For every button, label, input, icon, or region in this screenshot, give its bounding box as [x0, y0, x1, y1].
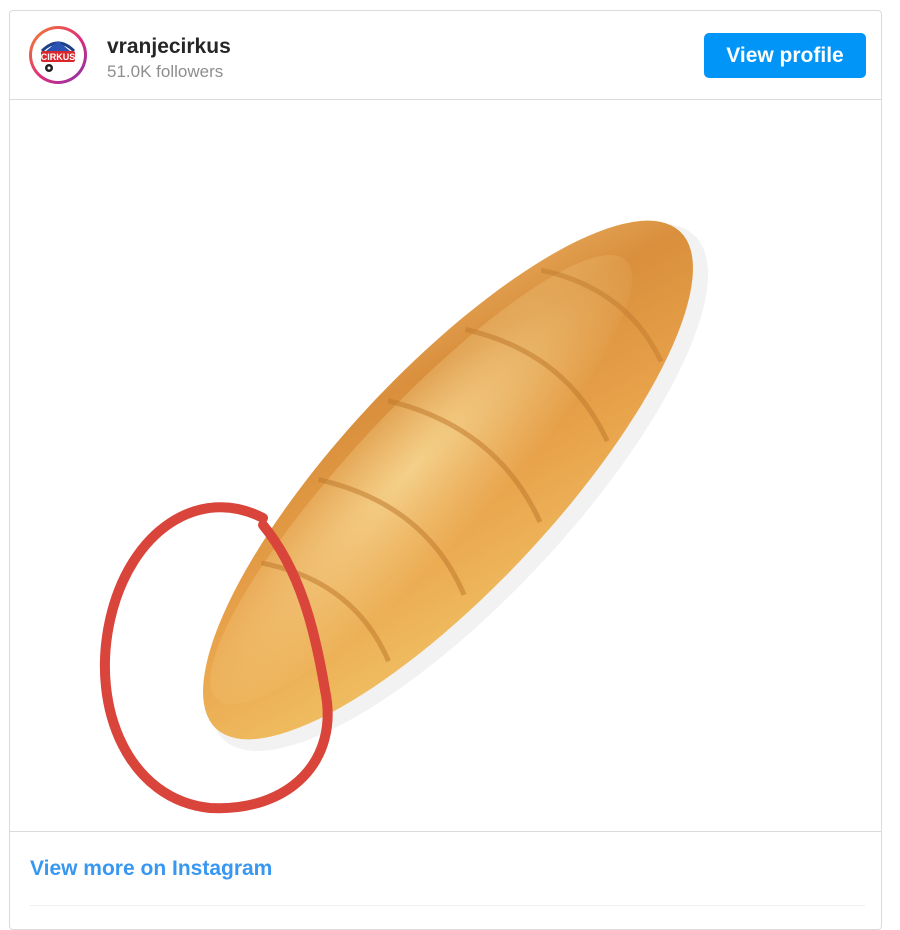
view-profile-button[interactable]: View profile [704, 33, 866, 78]
instagram-embed-card: CIRKUS vranjecirkus 51.0K followers View… [9, 10, 882, 930]
avatar-logo: CIRKUS [32, 29, 84, 81]
username[interactable]: vranjecirkus [107, 35, 231, 59]
embed-header: CIRKUS vranjecirkus 51.0K followers View… [10, 11, 881, 100]
cirkus-logo-icon: CIRKUS [41, 41, 76, 72]
post-image[interactable] [10, 100, 881, 832]
view-more-on-instagram-link[interactable]: View more on Instagram [30, 857, 272, 881]
footer-divider [30, 905, 865, 906]
bread-image [10, 100, 881, 831]
avatar[interactable]: CIRKUS [29, 26, 87, 84]
avatar-logo-text: CIRKUS [41, 52, 76, 62]
follower-count: 51.0K followers [107, 62, 224, 81]
